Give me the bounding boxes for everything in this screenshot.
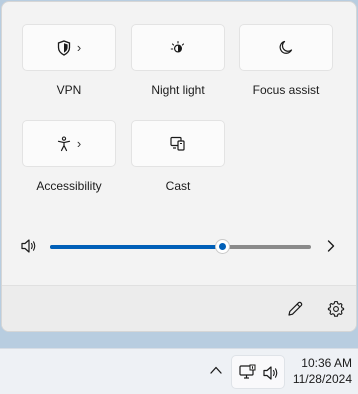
speaker-icon[interactable]	[20, 238, 38, 259]
volume-track[interactable]	[50, 245, 311, 249]
speaker-icon	[262, 365, 280, 386]
focus-assist-tile[interactable]	[239, 24, 333, 71]
shield-icon	[57, 39, 71, 56]
cast-tile[interactable]	[131, 120, 225, 167]
night-light-label: Night light	[151, 83, 205, 97]
moon-icon	[279, 40, 293, 55]
gear-icon[interactable]	[327, 300, 345, 323]
cast-label: Cast	[165, 179, 191, 193]
system-tray-quick-settings-button[interactable]	[231, 355, 285, 389]
chevron-up-icon[interactable]	[209, 363, 223, 381]
accessibility-label: Accessibility	[36, 179, 102, 193]
clock-date: 11/28/2024	[292, 372, 352, 386]
clock-time: 10:36 AM	[301, 356, 352, 370]
volume-slider-row	[2, 231, 356, 261]
volume-track-fill	[50, 245, 223, 249]
vpn-tile[interactable]: ›	[22, 24, 116, 71]
accessibility-chevron-icon[interactable]: ›	[77, 137, 81, 150]
cast-icon	[170, 136, 186, 151]
night-light-icon	[170, 40, 186, 56]
vpn-label: VPN	[56, 83, 82, 97]
accessibility-tile[interactable]: ›	[22, 120, 116, 167]
night-light-tile[interactable]	[131, 24, 225, 71]
network-icon	[239, 364, 257, 387]
taskbar-clock[interactable]: 10:36 AM 11/28/2024	[290, 355, 352, 387]
accessibility-icon	[57, 135, 71, 152]
focus-assist-label: Focus assist	[252, 83, 320, 97]
vpn-chevron-icon[interactable]: ›	[77, 41, 81, 54]
taskbar: 10:36 AM 11/28/2024	[0, 348, 358, 394]
pencil-icon[interactable]	[286, 300, 304, 323]
audio-output-chevron-icon[interactable]	[325, 238, 337, 259]
volume-slider-thumb[interactable]	[215, 239, 231, 254]
quick-settings-footer	[2, 285, 356, 331]
quick-settings-flyout: › VPN Night light Focus assist › Accessi…	[1, 1, 357, 332]
